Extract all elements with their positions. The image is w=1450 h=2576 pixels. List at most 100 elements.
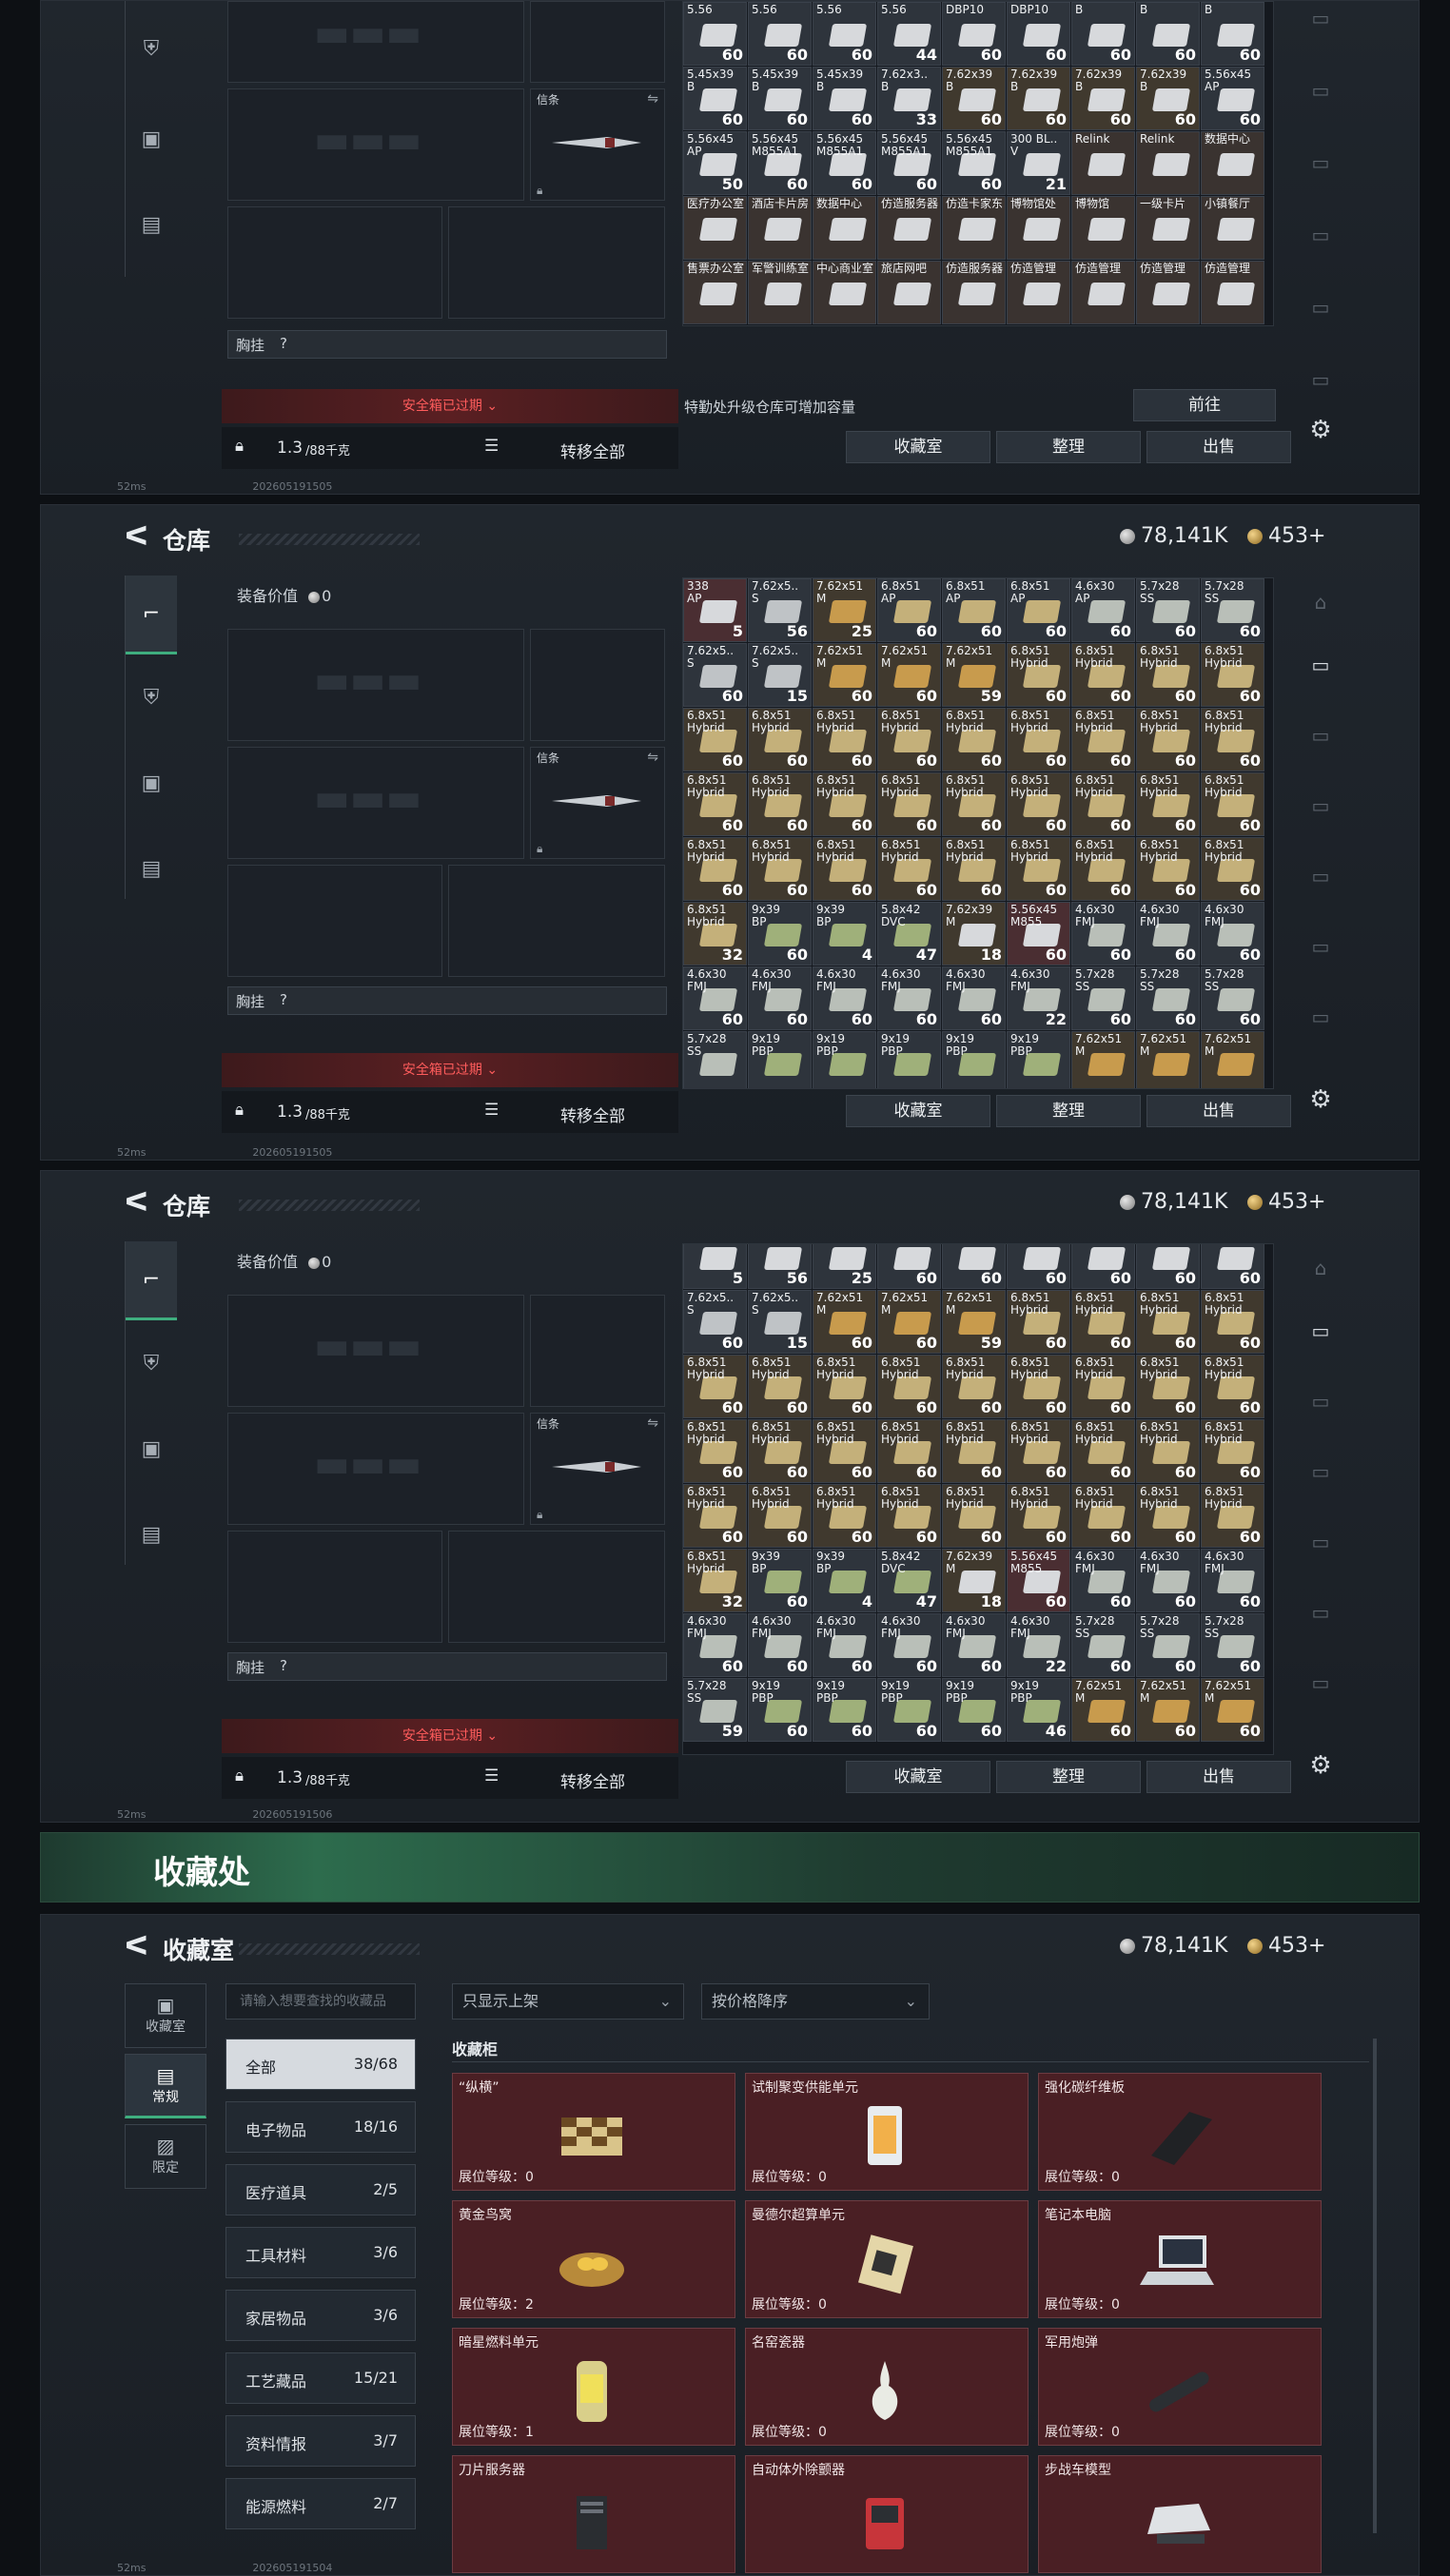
stash-item[interactable]: 4.6x30 FMJ 22 (1007, 1613, 1070, 1677)
stash-item[interactable]: 7.62x51 M (1136, 1031, 1200, 1088)
sort-button[interactable]: 整理 (996, 1761, 1141, 1793)
help-icon[interactable]: ? (280, 1657, 287, 1674)
stash-item[interactable]: 9x19 PBP (942, 1031, 1006, 1088)
stash-item[interactable]: 5.7x28 SS 60 (1071, 966, 1135, 1030)
stash-item[interactable]: 6.8x51 Hybrid 60 (1201, 837, 1264, 901)
stash-item[interactable]: 6.8x51 Hybrid 60 (942, 708, 1006, 771)
stash-item[interactable]: 6.8x51 Hybrid 60 (1201, 1290, 1264, 1354)
stash-item[interactable]: 4.6x30 FMJ 60 (748, 1613, 812, 1677)
category-item[interactable]: 工艺藏品 15/21 (225, 2352, 416, 2404)
nav-limited[interactable]: ▨ 限定 (125, 2124, 206, 2189)
stash-item[interactable]: 6.8x51 Hybrid 60 (1136, 772, 1200, 836)
category-item[interactable]: 能源燃料 2/7 (225, 2478, 416, 2529)
stash-item[interactable]: 7.62x5.. S 60 (683, 643, 747, 707)
stash-item[interactable]: 5.56x45 M855A1 60 (942, 131, 1006, 195)
stash-item[interactable]: 9x19 PBP 60 (942, 1678, 1006, 1742)
shelf-filter-dropdown[interactable]: 只显示上架 ⌄ (452, 1983, 684, 2020)
stash-item[interactable]: 9x39 BP 4 (813, 902, 876, 966)
helmet-slot[interactable] (227, 206, 442, 319)
tv-icon[interactable]: ▭ (1295, 865, 1346, 903)
transfer-all-button[interactable]: 转移全部 (560, 1768, 625, 1792)
stash-item[interactable]: 6.8x51 Hybrid 60 (1136, 643, 1200, 707)
stash-item[interactable]: 9x19 PBP 46 (1007, 1678, 1070, 1742)
stash-item[interactable]: 7.62x51 M 59 (942, 643, 1006, 707)
tv-icon[interactable]: ▭ (1295, 224, 1346, 262)
stash-item[interactable]: 6.8x51 AP 60 (942, 578, 1006, 642)
stash-item[interactable]: Relink (1136, 131, 1200, 195)
stash-item[interactable]: 6.8x51 Hybrid 60 (683, 708, 747, 771)
stash-item[interactable]: 6.8x51 Hybrid 60 (748, 1419, 812, 1483)
stash-item[interactable]: 25 (813, 1244, 876, 1289)
list-icon[interactable]: ☰ (484, 1766, 499, 1786)
stash-item[interactable]: 4.6x30 FMJ 60 (683, 1613, 747, 1677)
armor-nav-icon[interactable]: ⛨ (126, 659, 177, 735)
showcase-item[interactable]: 刀片服务器 (452, 2455, 735, 2573)
category-item[interactable]: 电子物品 18/16 (225, 2101, 416, 2153)
stash-item[interactable]: 6.8x51 Hybrid 60 (1071, 1419, 1135, 1483)
stash-item[interactable]: 仿造服务器 (942, 261, 1006, 324)
list-icon[interactable]: ☰ (484, 437, 499, 456)
stash-item[interactable]: 5.45x39 B 60 (813, 67, 876, 130)
stash-item[interactable]: 5.56 44 (877, 2, 941, 66)
stash-item[interactable]: 6.8x51 Hybrid 60 (748, 1355, 812, 1418)
stash-item[interactable]: 6.8x51 Hybrid 32 (683, 902, 747, 966)
stash-item[interactable]: 9x39 BP 60 (748, 1549, 812, 1612)
secondary-weapon-slot[interactable]: ▬▬▬ (227, 1413, 524, 1525)
stash-item[interactable]: 4.6x30 FMJ 60 (813, 1613, 876, 1677)
stash-item[interactable]: 4.6x30 FMJ 22 (1007, 966, 1070, 1030)
stash-item[interactable]: 信物 (748, 325, 812, 326)
stash-item[interactable]: 5.56x45 AP 60 (1201, 67, 1264, 130)
silver-balance[interactable]: 78,141K (1120, 1934, 1227, 1958)
sort-button[interactable]: 整理 (996, 1095, 1141, 1127)
stash-item[interactable]: 60 (942, 1244, 1006, 1289)
stash-item[interactable]: 4.6x30 FMJ 60 (877, 966, 941, 1030)
stash-item[interactable]: 4.6x30 FMJ 60 (942, 1613, 1006, 1677)
stash-item[interactable]: 6.8x51 Hybrid 60 (1007, 1290, 1070, 1354)
stash-item[interactable]: 医疗办公室 (683, 196, 747, 260)
stash-item[interactable]: 9x39 BP 60 (748, 902, 812, 966)
tv-icon[interactable]: ▭ (1295, 368, 1346, 406)
stash-item[interactable]: 7.62x39 B 60 (1007, 67, 1070, 130)
stash-item[interactable]: 4.6x30 FMJ 60 (683, 966, 747, 1030)
safe-box-warning[interactable]: 安全箱已过期 ⌄ (222, 389, 678, 423)
tv-icon[interactable]: ▭ (1295, 1601, 1346, 1639)
sidearm-slot[interactable] (530, 1295, 665, 1407)
stash-item[interactable]: 7.62x51 M 60 (877, 1290, 941, 1354)
stash-item[interactable]: 56 (748, 1244, 812, 1289)
stash-item[interactable]: 6.8x51 Hybrid 60 (1071, 772, 1135, 836)
stash-item[interactable]: 4.6x30 FMJ 60 (1071, 1549, 1135, 1612)
stash-item[interactable]: 7.62x51 M 60 (1201, 1678, 1264, 1742)
stash-item[interactable]: 5 (683, 1244, 747, 1289)
stash-item[interactable]: 7.62x39 B 60 (942, 67, 1006, 130)
stash-item[interactable]: DBP10 60 (1007, 2, 1070, 66)
stash-item[interactable]: 6.8x51 Hybrid 60 (877, 708, 941, 771)
stash-item[interactable]: 6.8x51 Hybrid 60 (1136, 1484, 1200, 1548)
stash-item[interactable]: 仿造管理 (1136, 261, 1200, 324)
stash-item[interactable]: 5.56x45 M855 60 (1007, 1549, 1070, 1612)
showcase-item[interactable]: 笔记本电脑 展位等级：0 (1038, 2200, 1322, 2318)
stash-item[interactable]: Relink (1071, 131, 1135, 195)
nav-collection-room[interactable]: ▣ 收藏室 (125, 1983, 206, 2048)
stash-item[interactable]: 仿造管理 (683, 325, 747, 326)
stash-item[interactable]: 仿造服务器 (877, 196, 941, 260)
stash-item[interactable]: 6.8x51 Hybrid 60 (813, 708, 876, 771)
stash-item[interactable]: 5.45x39 B 60 (683, 67, 747, 130)
stash-item[interactable]: 6.8x51 Hybrid 60 (813, 1419, 876, 1483)
sidearm-slot[interactable] (530, 629, 665, 741)
stash-item[interactable]: 一级卡片 (1136, 196, 1200, 260)
stash-item[interactable]: 9x19 PBP (1007, 1031, 1070, 1088)
armor-slot[interactable] (448, 865, 665, 977)
case-nav-icon[interactable]: ▤ (126, 186, 177, 263)
stash-item[interactable]: 9x19 PBP (748, 1031, 812, 1088)
stash-item[interactable]: 6.8x51 Hybrid 60 (1007, 1484, 1070, 1548)
primary-weapon-slot[interactable]: ▬▬▬ (227, 1295, 524, 1407)
chest-rig-row[interactable]: 胸挂 ? (227, 1652, 667, 1681)
stash-item[interactable]: 60 (877, 1244, 941, 1289)
stash-item[interactable]: 4.6x30 FMJ 60 (877, 1613, 941, 1677)
stash-item[interactable]: 6.8x51 Hybrid 60 (1136, 708, 1200, 771)
stash-item[interactable]: 4.6x30 FMJ 60 (1136, 1549, 1200, 1612)
backpack-nav-icon[interactable]: ▣ (126, 101, 177, 177)
chest-rig-row[interactable]: 胸挂 ? (227, 986, 667, 1015)
stash-item[interactable]: 60 (1007, 1244, 1070, 1289)
armor-slot[interactable] (448, 206, 665, 319)
